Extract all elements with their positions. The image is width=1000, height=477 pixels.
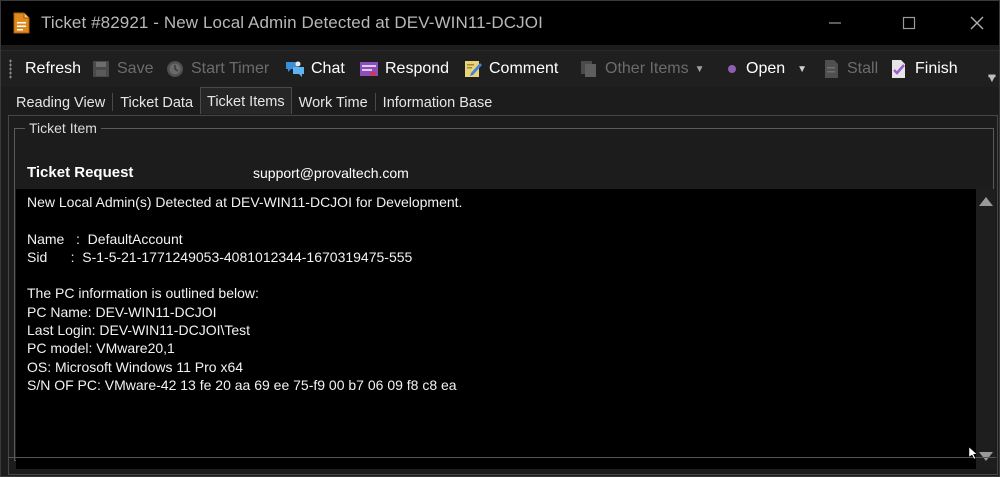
start-timer-label: Start Timer: [191, 60, 270, 77]
other-items-button[interactable]: Other Items ▼: [579, 56, 704, 82]
chat-bubbles-icon: [286, 61, 304, 77]
floppy-disk-icon: [93, 61, 109, 77]
status-label: Open: [746, 60, 786, 77]
status-dropdown[interactable]: Open ▼: [728, 56, 807, 82]
window-title: Ticket #82921 - New Local Admin Detected…: [41, 13, 543, 32]
maximize-button[interactable]: [887, 7, 931, 39]
refresh-label: Refresh: [25, 60, 82, 77]
chat-button[interactable]: Chat: [285, 56, 345, 82]
vertical-scrollbar[interactable]: [976, 189, 995, 469]
close-button[interactable]: [955, 7, 999, 39]
ticket-document-icon: [13, 12, 30, 34]
ticket-request-label: Ticket Request: [27, 164, 134, 181]
respond-button[interactable]: Respond: [359, 56, 449, 82]
title-bar[interactable]: Ticket #82921 - New Local Admin Detected…: [1, 1, 999, 45]
scroll-up-icon[interactable]: [979, 197, 993, 206]
toolbar-overflow-icon[interactable]: ▂ ▼: [987, 68, 997, 84]
close-icon: [970, 16, 984, 30]
stall-document-icon: [825, 60, 838, 78]
sender-email: support@provaltech.com: [253, 165, 409, 181]
ticket-body-textarea[interactable]: New Local Admin(s) Detected at DEV-WIN11…: [16, 189, 976, 469]
stall-button[interactable]: Stall: [821, 56, 878, 82]
minimize-button[interactable]: [813, 7, 857, 39]
ticket-items-panel: Ticket Item Ticket Request support@prova…: [8, 115, 998, 475]
refresh-button[interactable]: Refresh: [25, 56, 81, 82]
mouse-cursor-icon: [969, 447, 977, 459]
ticket-window: Ticket #82921 - New Local Admin Detected…: [0, 0, 1000, 477]
status-dot-icon: [728, 65, 736, 73]
other-items-label: Other Items: [605, 60, 689, 77]
comment-note-icon: [465, 61, 482, 77]
timer-clock-icon: [167, 61, 183, 77]
toolbar-grip-icon[interactable]: [9, 59, 12, 79]
panel-bottom-divider: [8, 457, 996, 458]
tab-work-time[interactable]: Work Time: [292, 89, 375, 114]
finish-button[interactable]: Finish: [889, 56, 958, 82]
tab-strip: Reading View Ticket Data Ticket Items Wo…: [9, 87, 500, 115]
respond-form-icon: [360, 62, 378, 76]
save-label: Save: [117, 60, 154, 77]
save-button[interactable]: Save: [91, 56, 153, 82]
toolbar: Refresh Save Start Timer Chat Respond Co…: [1, 50, 999, 87]
chat-label: Chat: [311, 60, 345, 77]
tab-information-base[interactable]: Information Base: [376, 89, 500, 114]
finish-label: Finish: [915, 60, 958, 77]
ticket-item-group: Ticket Item Ticket Request support@prova…: [14, 120, 995, 469]
maximize-icon: [902, 16, 916, 30]
respond-label: Respond: [385, 60, 450, 77]
tab-reading-view[interactable]: Reading View: [9, 89, 112, 114]
chevron-down-icon[interactable]: ▼: [797, 64, 807, 75]
comment-button[interactable]: Comment: [463, 56, 558, 82]
tab-ticket-data[interactable]: Ticket Data: [113, 89, 200, 114]
chevron-down-icon[interactable]: ▼: [695, 64, 705, 75]
other-items-stack-icon: [581, 61, 596, 77]
start-timer-button[interactable]: Start Timer: [165, 56, 269, 82]
tab-ticket-items[interactable]: Ticket Items: [200, 87, 292, 114]
ticket-body-text: New Local Admin(s) Detected at DEV-WIN11…: [27, 194, 463, 393]
comment-label: Comment: [489, 60, 559, 77]
finish-check-icon: [892, 60, 905, 78]
ticket-item-heading: Ticket Item: [25, 120, 101, 136]
stall-label: Stall: [847, 60, 879, 77]
minimize-icon: [829, 22, 841, 24]
